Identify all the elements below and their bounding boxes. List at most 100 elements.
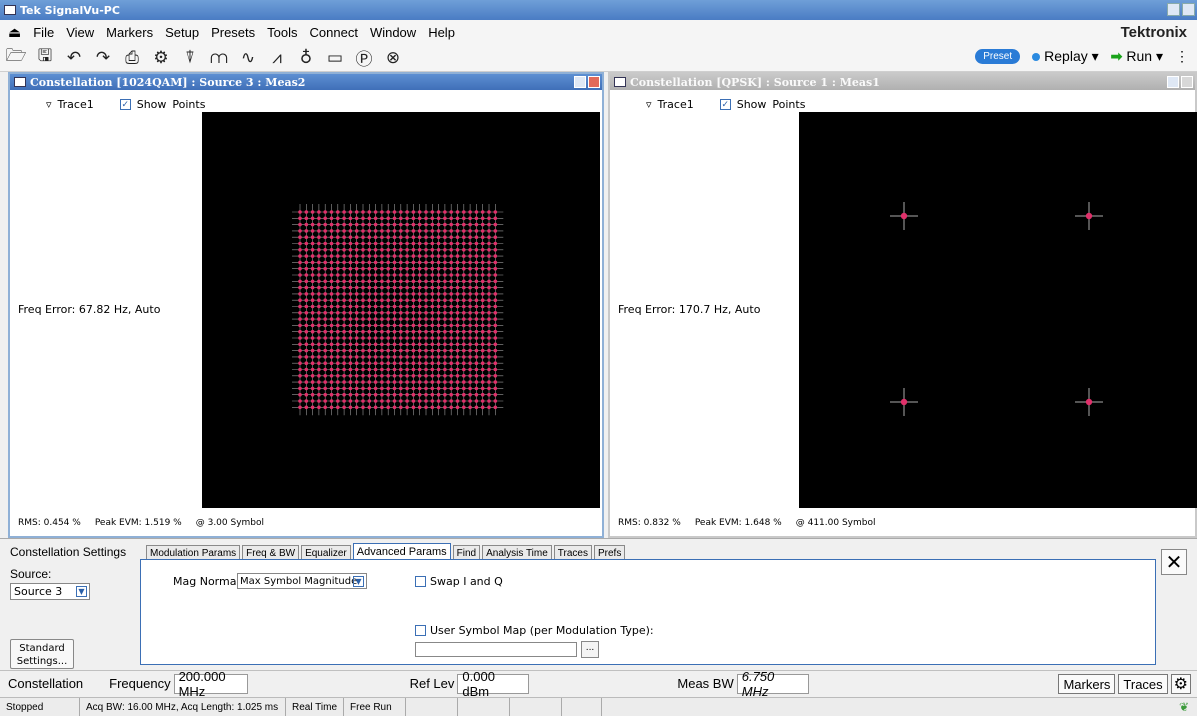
symbol-point bbox=[386, 279, 390, 284]
symbol-point bbox=[336, 380, 340, 384]
menu-tools[interactable]: Tools bbox=[261, 25, 303, 40]
symbol-point bbox=[348, 386, 353, 391]
symbol-point bbox=[361, 355, 365, 359]
symbol-point bbox=[380, 329, 384, 334]
marker-icon[interactable]: ⍒ bbox=[180, 48, 200, 68]
symbol-point bbox=[367, 241, 372, 246]
run-button[interactable]: ➡ Run ▾ bbox=[1111, 48, 1163, 65]
menu-setup[interactable]: Setup bbox=[159, 25, 205, 40]
swap-iq-option[interactable]: Swap I and Q bbox=[415, 575, 503, 588]
freq-icon[interactable]: ⩘ bbox=[267, 48, 287, 68]
trace-expand-icon[interactable]: ▿ bbox=[646, 98, 652, 111]
menu-markers[interactable]: Markers bbox=[100, 25, 159, 40]
symbol-point bbox=[342, 329, 346, 334]
menu-connect[interactable]: Connect bbox=[304, 25, 364, 40]
panel-restore-button[interactable] bbox=[574, 76, 586, 88]
menu-help[interactable]: Help bbox=[422, 25, 461, 40]
maximize-button[interactable] bbox=[1182, 3, 1195, 16]
gear-icon[interactable]: ⚙ bbox=[1170, 674, 1191, 694]
redo-icon[interactable]: ↷ bbox=[93, 48, 113, 68]
traces-button[interactable]: Traces bbox=[1118, 674, 1168, 694]
symbol-point bbox=[468, 222, 472, 227]
symbol-point bbox=[380, 260, 384, 265]
menu-window[interactable]: Window bbox=[364, 25, 422, 40]
status-cell-empty bbox=[406, 698, 458, 716]
preset-button[interactable]: Preset bbox=[975, 49, 1021, 64]
acquire-icon[interactable]: ♁ bbox=[296, 48, 316, 68]
panel-restore-button[interactable] bbox=[1167, 76, 1179, 88]
markers-button[interactable]: Markers bbox=[1058, 674, 1116, 694]
symbol-point bbox=[304, 374, 309, 378]
symbol-point bbox=[487, 361, 491, 365]
swap-iq-checkbox[interactable] bbox=[415, 576, 426, 587]
constellation-plot[interactable] bbox=[202, 112, 600, 508]
symbol-point bbox=[487, 254, 491, 258]
symbol-point bbox=[342, 374, 346, 378]
symbol-point bbox=[417, 248, 422, 252]
symbol-point bbox=[392, 348, 397, 353]
symbol-point bbox=[380, 367, 384, 372]
link-icon[interactable]: ⊗ bbox=[383, 48, 403, 68]
symbol-point bbox=[417, 374, 422, 378]
constellation-panel-1024qam[interactable]: Constellation [1024QAM] : Source 3 : Mea… bbox=[8, 72, 604, 538]
symbol-point bbox=[354, 304, 359, 309]
close-settings-button[interactable]: ✕ bbox=[1161, 549, 1187, 575]
ref-lev-field[interactable]: 0.000 dBm bbox=[457, 669, 530, 699]
more-menu-icon[interactable]: ⋮ bbox=[1175, 48, 1189, 65]
settings-gear-icon[interactable]: ⚙ bbox=[151, 48, 171, 68]
symbol-point bbox=[329, 361, 334, 365]
symbol-point bbox=[323, 342, 327, 347]
symbol-point bbox=[361, 367, 365, 372]
chevron-down-icon[interactable]: ▼ bbox=[353, 576, 364, 587]
symbol-point bbox=[462, 342, 466, 347]
symbol-point bbox=[468, 355, 472, 359]
symbol-point bbox=[354, 254, 359, 258]
symbol-point bbox=[380, 374, 384, 378]
constellation-plot[interactable] bbox=[799, 112, 1197, 508]
symbol-point bbox=[487, 399, 491, 403]
source-select[interactable]: Source 3 ▼ bbox=[10, 583, 90, 600]
print-icon[interactable]: ⎙ bbox=[122, 48, 142, 68]
meas-bw-field[interactable]: 6.750 MHz bbox=[736, 669, 809, 699]
panel-close-button[interactable] bbox=[588, 76, 600, 88]
constellation-panel-qpsk[interactable]: Constellation [QPSK] : Source 1 : Meas1 … bbox=[608, 72, 1197, 538]
eject-icon[interactable]: ⏏ bbox=[8, 24, 21, 41]
user-symbol-map-option[interactable]: User Symbol Map (per Modulation Type): bbox=[415, 624, 654, 637]
undo-icon[interactable]: ↶ bbox=[64, 48, 84, 68]
frequency-field[interactable]: 200.000 MHz bbox=[173, 669, 248, 699]
preset-p-icon[interactable]: Ⓟ bbox=[354, 48, 374, 70]
user-symbol-map-field[interactable] bbox=[415, 642, 577, 657]
trace-label[interactable]: Trace1 bbox=[658, 98, 694, 111]
standard-settings-button[interactable]: Standard Settings... bbox=[10, 639, 74, 669]
show-checkbox[interactable]: ✓ bbox=[119, 99, 131, 110]
save-icon[interactable]: 🖫 bbox=[35, 46, 55, 68]
user-symbol-map-checkbox[interactable] bbox=[415, 625, 426, 636]
replay-button[interactable]: Replay ▾ bbox=[1032, 48, 1099, 65]
symbol-point bbox=[386, 399, 390, 403]
show-checkbox[interactable]: ✓ bbox=[719, 99, 731, 110]
symbol-point bbox=[405, 285, 409, 290]
menu-file[interactable]: File bbox=[27, 25, 60, 40]
trace-expand-icon[interactable]: ▿ bbox=[46, 98, 52, 111]
symbol-point bbox=[405, 348, 409, 353]
mag-normalize-select[interactable]: Max Symbol Magnitude ▼ bbox=[237, 573, 367, 589]
symbol-point bbox=[354, 374, 359, 378]
symbol-point bbox=[354, 405, 359, 410]
symbol-point bbox=[304, 405, 309, 410]
symbol-point bbox=[361, 292, 365, 296]
symbol-point bbox=[342, 248, 346, 252]
spectrum-icon[interactable]: ⩋ bbox=[209, 48, 229, 68]
symbol-point bbox=[336, 266, 340, 271]
open-icon[interactable]: 🗁 bbox=[5, 46, 26, 68]
panel-close-button[interactable] bbox=[1181, 76, 1193, 88]
browse-button[interactable]: ... bbox=[581, 641, 599, 658]
record-icon[interactable]: ▭ bbox=[325, 48, 345, 68]
minimize-button[interactable] bbox=[1167, 3, 1180, 16]
trace-label[interactable]: Trace1 bbox=[58, 98, 94, 111]
symbol-point bbox=[411, 355, 416, 359]
chevron-down-icon[interactable]: ▼ bbox=[76, 586, 87, 597]
menu-view[interactable]: View bbox=[60, 25, 100, 40]
time-icon[interactable]: ∿ bbox=[238, 48, 258, 68]
symbol-point bbox=[310, 248, 315, 252]
menu-presets[interactable]: Presets bbox=[205, 25, 261, 40]
